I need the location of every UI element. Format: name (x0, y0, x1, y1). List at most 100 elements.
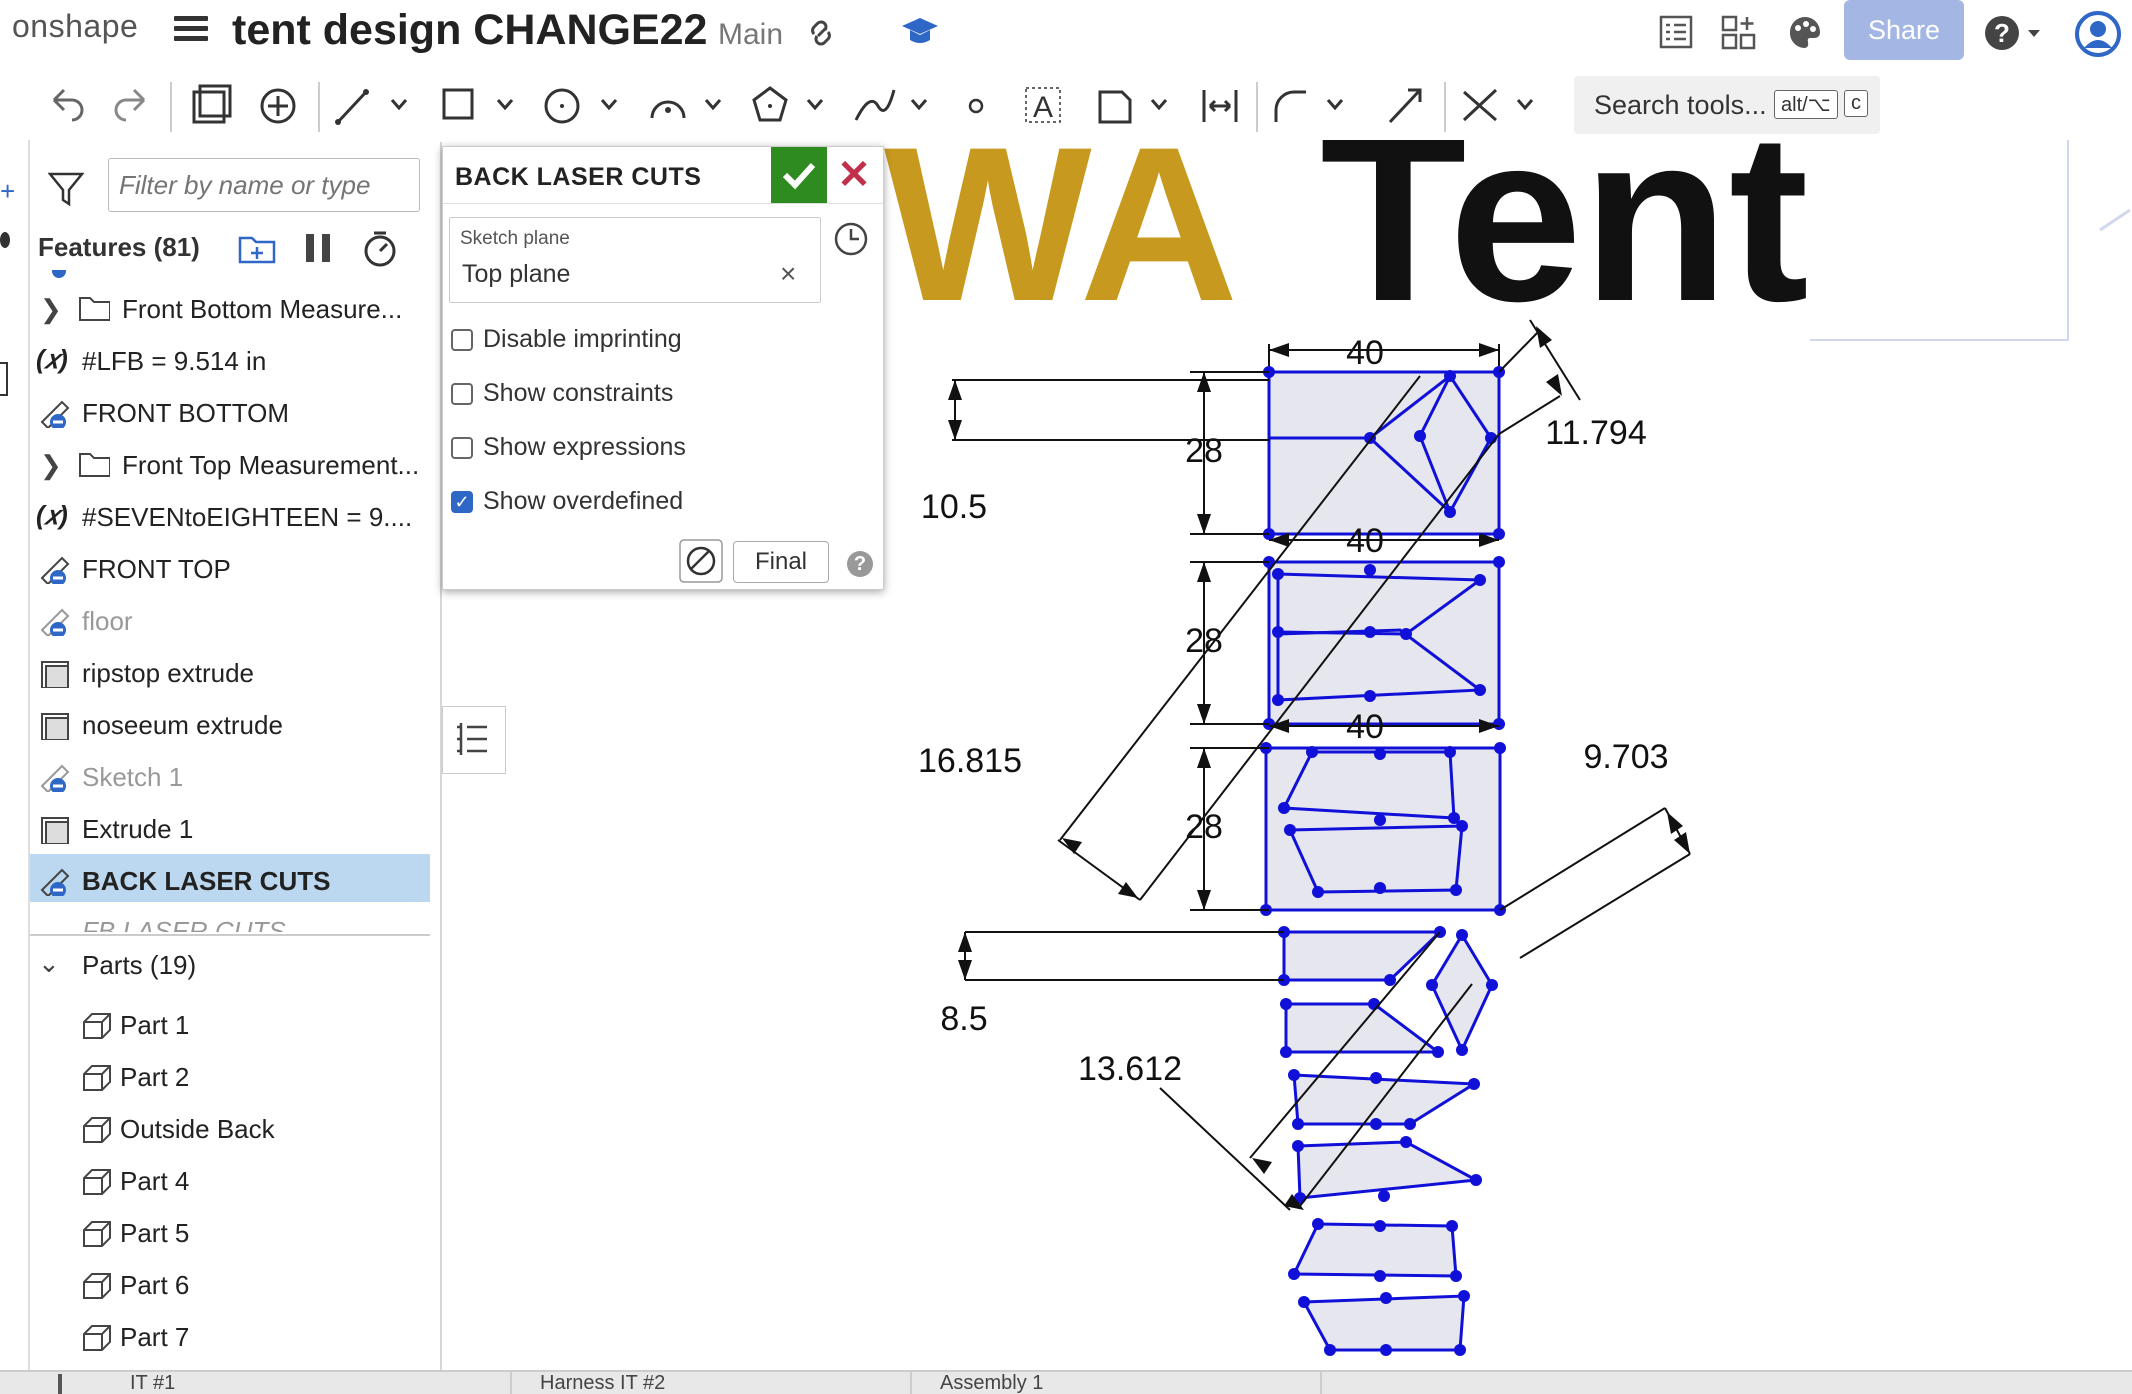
share-button[interactable]: Share (1844, 0, 1964, 60)
variable-icon: (𝑥) (36, 344, 68, 374)
svg-text:A: A (1033, 91, 1053, 124)
feature-item[interactable]: floor (30, 594, 430, 646)
filter-input[interactable] (108, 158, 420, 212)
part-icon (83, 1117, 111, 1143)
line-tool-icon[interactable] (330, 72, 410, 140)
feature-item-selected[interactable]: BACK LASER CUTS (30, 854, 430, 902)
part-icon (83, 1065, 111, 1091)
checkbox-box[interactable] (451, 383, 473, 405)
feature-item[interactable]: FRONT BOTTOM (30, 386, 430, 438)
user-avatar-icon[interactable] (2074, 10, 2124, 58)
pause-icon-right[interactable] (322, 234, 330, 262)
feature-item[interactable]: noseeum extrude (30, 698, 430, 750)
branch-label[interactable]: Main (718, 18, 783, 52)
tasks-icon[interactable] (1658, 14, 1694, 50)
extrude-icon (41, 713, 69, 740)
sketch-piece-8 (1296, 1140, 1481, 1200)
part-item[interactable]: Part 4 (30, 1154, 430, 1206)
feature-item[interactable]: ❯ Front Top Measurement... (30, 438, 430, 490)
rollback-timer-icon[interactable] (360, 228, 400, 268)
spline-tool-icon[interactable] (850, 72, 930, 140)
menu-icon[interactable] (174, 14, 208, 44)
insert-image-icon[interactable] (1090, 72, 1170, 140)
sketch-dialog: BACK LASER CUTS ✕ Sketch plane Top plane… (442, 146, 884, 590)
learning-center-icon[interactable] (900, 14, 940, 48)
construction-tool-icon[interactable] (1456, 72, 1536, 140)
document-title[interactable]: tent design CHANGE22 (232, 6, 707, 55)
search-tools-input[interactable]: Search tools... alt/⌥ c (1574, 76, 1880, 134)
help-icon[interactable]: ? (1984, 14, 2044, 54)
feature-item[interactable]: ❯ Front Bottom Measure... (30, 282, 430, 334)
sketch-plane-label: Sketch plane (460, 228, 570, 249)
text-tool-icon[interactable]: A (1020, 72, 1070, 140)
rail-panel-icon[interactable] (0, 362, 8, 396)
sketch-icon (40, 608, 70, 636)
divider (30, 934, 430, 936)
rail-dot-icon[interactable] (0, 232, 10, 248)
filter-icon[interactable] (48, 170, 84, 206)
sketch-view-icon[interactable] (254, 72, 304, 140)
folder-icon (79, 453, 110, 477)
checkbox-checked-icon[interactable]: ✓ (451, 491, 473, 513)
polygon-tool-icon[interactable] (746, 72, 826, 140)
circle-tool-icon[interactable] (540, 72, 620, 140)
dimension-tool-icon[interactable] (1196, 72, 1246, 140)
sketch-plane-field[interactable]: Sketch plane Top plane × (449, 217, 821, 303)
sketch-piece-4 (1282, 930, 1444, 982)
rectangle-tool-icon[interactable] (436, 72, 516, 140)
add-folder-icon[interactable] (238, 230, 278, 266)
sketch-piece-7 (1292, 1073, 1479, 1126)
feature-item[interactable]: FB LASER CUTS (30, 906, 430, 932)
final-button[interactable]: Final (733, 541, 829, 583)
pause-icon-left[interactable] (306, 234, 314, 262)
part-item[interactable]: Part 1 (30, 998, 430, 1050)
features-header: Features (81) (38, 232, 200, 262)
add-tab-icon[interactable] (58, 1374, 62, 1394)
app-store-icon[interactable] (1720, 14, 1758, 52)
redo-icon[interactable] (108, 72, 158, 140)
history-clock-icon[interactable] (831, 219, 871, 259)
feature-item[interactable]: (𝑥) #LFB = 9.514 in (30, 334, 430, 386)
dim-width-2: 40 (1346, 522, 1384, 560)
trim-tool-icon[interactable] (1380, 72, 1430, 140)
rail-add-icon[interactable]: + (0, 176, 15, 207)
part-item[interactable]: Outside Back (30, 1102, 430, 1154)
feature-item[interactable]: (𝑥) #SEVENtoEIGHTEEN = 9.... (30, 490, 430, 542)
sketch-plane-value: Top plane (462, 260, 571, 288)
onshape-logo[interactable]: onshape (12, 8, 138, 45)
part-item[interactable]: Part 6 (30, 1258, 430, 1310)
feature-item[interactable]: FRONT TOP (30, 542, 430, 594)
checkmark-icon (782, 162, 816, 190)
dim-width-1: 40 (1346, 334, 1384, 372)
accept-button[interactable] (771, 147, 827, 203)
chevron-right-icon[interactable]: ❯ (40, 450, 62, 481)
tab-harness-it-2[interactable]: Harness IT #2 (540, 1372, 912, 1394)
list-toggle-button[interactable] (442, 706, 506, 774)
checkbox-box[interactable] (451, 437, 473, 459)
arc-tool-icon[interactable] (644, 72, 724, 140)
sketch-solve-icon[interactable] (679, 539, 723, 583)
feature-item[interactable]: Sketch 1 (30, 750, 430, 802)
checkbox-box[interactable] (451, 329, 473, 351)
extrude-icon (41, 817, 69, 844)
cancel-button[interactable]: ✕ (827, 147, 881, 203)
shortcut-key-c: c (1844, 90, 1868, 117)
render-studio-icon[interactable] (1786, 14, 1824, 52)
tab-it-1[interactable]: IT #1 (130, 1372, 512, 1394)
feature-item[interactable]: ripstop extrude (30, 646, 430, 698)
part-item[interactable]: Part 2 (30, 1050, 430, 1102)
parts-header[interactable]: Parts (19) (82, 950, 196, 981)
tab-assembly-1[interactable]: Assembly 1 (940, 1372, 1322, 1394)
part-item[interactable]: Part 7 (30, 1310, 430, 1362)
link-icon[interactable] (804, 16, 838, 50)
new-sketch-plane-icon[interactable] (186, 72, 236, 140)
point-tool-icon[interactable] (956, 72, 996, 140)
chevron-right-icon[interactable]: ❯ (40, 294, 62, 325)
clear-plane-icon[interactable]: × (780, 258, 796, 290)
chevron-down-icon[interactable]: ⌄ (38, 948, 60, 979)
fillet-tool-icon[interactable] (1266, 72, 1346, 140)
part-item[interactable]: Part 5 (30, 1206, 430, 1258)
undo-icon[interactable] (40, 72, 90, 140)
feature-item[interactable]: Extrude 1 (30, 802, 430, 854)
help-icon[interactable]: ? (847, 551, 873, 577)
